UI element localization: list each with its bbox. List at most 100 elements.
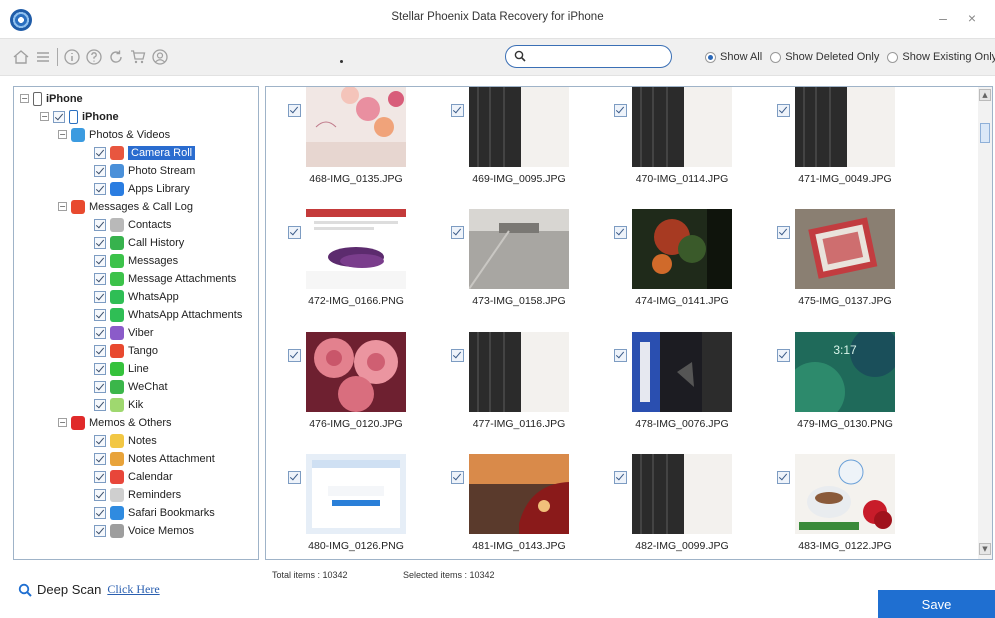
collapse-toggle[interactable]: −: [20, 94, 29, 103]
checkbox[interactable]: [94, 290, 106, 303]
tree-item-contacts[interactable]: Contacts: [94, 216, 171, 233]
click-here-link[interactable]: Click Here: [107, 582, 159, 597]
tree-group-photos-videos[interactable]: − Photos & Videos: [58, 126, 170, 143]
collapse-toggle[interactable]: −: [58, 418, 67, 427]
file-tile[interactable]: 477-IMG_0116.JPG: [429, 332, 589, 452]
file-thumbnail[interactable]: [306, 454, 406, 534]
tree-item-line[interactable]: Line: [94, 360, 149, 377]
file-thumbnail[interactable]: 3:17: [795, 332, 895, 412]
file-tile[interactable]: 482-IMG_0099.JPG: [592, 454, 752, 559]
tree-item-whatsapp[interactable]: WhatsApp: [94, 288, 179, 305]
file-checkbox[interactable]: [451, 471, 464, 484]
checkbox[interactable]: [94, 434, 106, 447]
tree-item-message-attachments[interactable]: Message Attachments: [94, 270, 236, 287]
scroll-thumb[interactable]: [980, 123, 990, 143]
file-thumbnail[interactable]: [306, 332, 406, 412]
file-thumbnail[interactable]: [795, 454, 895, 534]
checkbox[interactable]: [94, 524, 106, 537]
tree-item-call-history[interactable]: Call History: [94, 234, 184, 251]
file-thumbnail[interactable]: [795, 209, 895, 289]
file-thumbnail[interactable]: [632, 209, 732, 289]
checkbox[interactable]: [94, 470, 106, 483]
file-checkbox[interactable]: [777, 104, 790, 117]
file-checkbox[interactable]: [451, 349, 464, 362]
tree-group-messages-call-log[interactable]: − Messages & Call Log: [58, 198, 193, 215]
checkbox[interactable]: [94, 488, 106, 501]
tree-item-messages[interactable]: Messages: [94, 252, 178, 269]
file-checkbox[interactable]: [614, 104, 627, 117]
minimize-button[interactable]: –: [935, 10, 951, 26]
tree-item-kik[interactable]: Kik: [94, 396, 143, 413]
tree-item-notes-attachment[interactable]: Notes Attachment: [94, 450, 215, 467]
tree-group-memos-others[interactable]: − Memos & Others: [58, 414, 172, 431]
file-tile[interactable]: 478-IMG_0076.JPG: [592, 332, 752, 452]
file-checkbox[interactable]: [451, 104, 464, 117]
file-tile[interactable]: 473-IMG_0158.JPG: [429, 209, 589, 329]
file-thumbnail[interactable]: [469, 87, 569, 167]
tree-item-notes[interactable]: Notes: [94, 432, 157, 449]
file-tile[interactable]: 470-IMG_0114.JPG: [592, 87, 752, 207]
file-tile[interactable]: 476-IMG_0120.JPG: [266, 332, 426, 452]
checkbox[interactable]: [94, 398, 106, 411]
save-button[interactable]: Save: [878, 590, 995, 618]
file-thumbnail[interactable]: [469, 209, 569, 289]
tree-item-whatsapp-attachments[interactable]: WhatsApp Attachments: [94, 306, 242, 323]
file-tile[interactable]: 474-IMG_0141.JPG: [592, 209, 752, 329]
tree-device-iphone[interactable]: − iPhone: [40, 108, 119, 125]
file-tile[interactable]: 483-IMG_0122.JPG: [755, 454, 915, 559]
search-input[interactable]: [532, 49, 662, 64]
filter-show-deleted-only[interactable]: Show Deleted Only: [770, 51, 879, 63]
user-icon[interactable]: [149, 46, 171, 68]
grid-scrollbar[interactable]: ▲ ▼: [978, 87, 992, 559]
checkbox[interactable]: [94, 344, 106, 357]
collapse-toggle[interactable]: −: [58, 130, 67, 139]
file-tile[interactable]: 472-IMG_0166.PNG: [266, 209, 426, 329]
file-checkbox[interactable]: [614, 226, 627, 239]
search-box[interactable]: [505, 45, 672, 68]
help-icon[interactable]: [83, 46, 105, 68]
file-thumbnail[interactable]: [632, 454, 732, 534]
file-checkbox[interactable]: [288, 104, 301, 117]
file-thumbnail[interactable]: [306, 209, 406, 289]
checkbox[interactable]: [94, 254, 106, 267]
tree-item-wechat[interactable]: WeChat: [94, 378, 168, 395]
tree-item-photo-stream[interactable]: Photo Stream: [94, 162, 195, 179]
file-thumbnail[interactable]: [795, 87, 895, 167]
tree-item-safari-bookmarks[interactable]: Safari Bookmarks: [94, 504, 215, 521]
tree-item-camera-roll[interactable]: Camera Roll: [94, 144, 196, 161]
file-tile[interactable]: 469-IMG_0095.JPG: [429, 87, 589, 207]
checkbox[interactable]: [94, 308, 106, 321]
file-tile[interactable]: 468-IMG_0135.JPG: [266, 87, 426, 207]
refresh-icon[interactable]: [105, 46, 127, 68]
tree-item-calendar[interactable]: Calendar: [94, 468, 173, 485]
menu-icon[interactable]: [32, 46, 54, 68]
file-checkbox[interactable]: [288, 226, 301, 239]
file-checkbox[interactable]: [451, 226, 464, 239]
tree-root-iphone[interactable]: − iPhone: [20, 90, 83, 107]
scroll-down-button[interactable]: ▼: [979, 543, 991, 555]
cart-icon[interactable]: [127, 46, 149, 68]
checkbox[interactable]: [53, 110, 65, 123]
checkbox[interactable]: [94, 218, 106, 231]
file-thumbnail[interactable]: [469, 454, 569, 534]
file-tile[interactable]: 471-IMG_0049.JPG: [755, 87, 915, 207]
checkbox[interactable]: [94, 236, 106, 249]
info-icon[interactable]: [61, 46, 83, 68]
file-checkbox[interactable]: [614, 349, 627, 362]
collapse-toggle[interactable]: −: [40, 112, 49, 121]
tree-item-tango[interactable]: Tango: [94, 342, 158, 359]
file-thumbnail[interactable]: [306, 87, 406, 167]
collapse-toggle[interactable]: −: [58, 202, 67, 211]
checkbox[interactable]: [94, 164, 106, 177]
checkbox[interactable]: [94, 326, 106, 339]
checkbox[interactable]: [94, 380, 106, 393]
checkbox[interactable]: [94, 146, 106, 159]
checkbox[interactable]: [94, 506, 106, 519]
tree-item-viber[interactable]: Viber: [94, 324, 153, 341]
checkbox[interactable]: [94, 362, 106, 375]
close-button[interactable]: ×: [964, 10, 980, 26]
file-checkbox[interactable]: [777, 226, 790, 239]
tree-item-apps-library[interactable]: Apps Library: [94, 180, 190, 197]
file-tile[interactable]: 3:17 479-IMG_0130.PNG: [755, 332, 915, 452]
checkbox[interactable]: [94, 182, 106, 195]
